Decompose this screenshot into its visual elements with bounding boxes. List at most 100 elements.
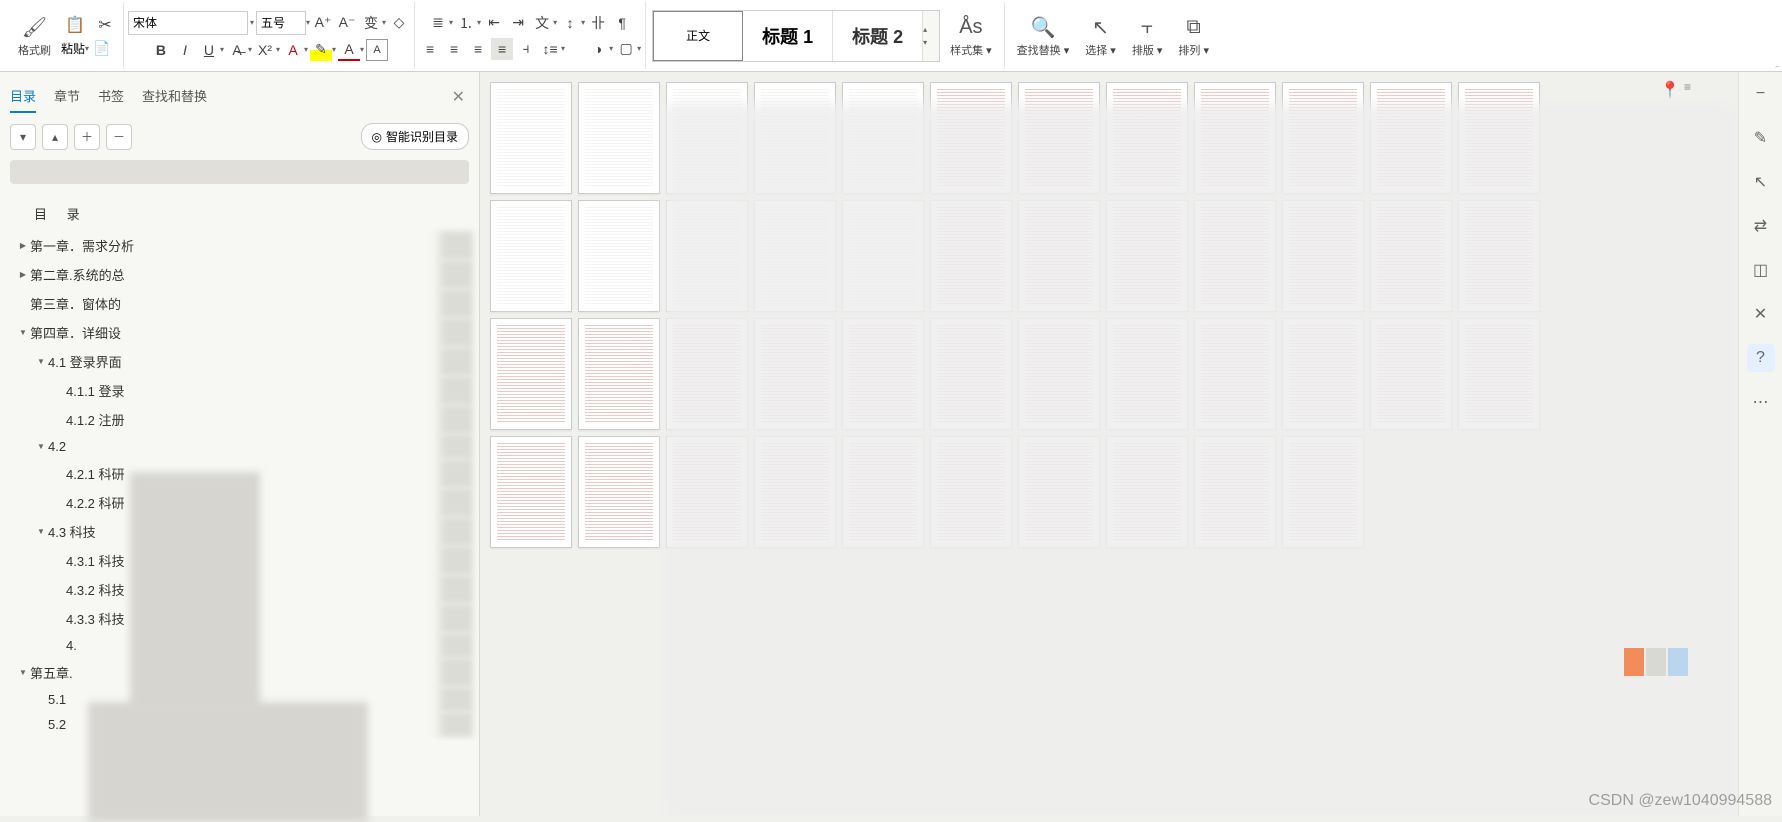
- caret-icon[interactable]: [16, 667, 30, 678]
- page-thumbnail[interactable]: [490, 82, 572, 194]
- collapse-icon[interactable]: ≡: [1684, 80, 1706, 102]
- toc-item[interactable]: 4.1.1 登录: [6, 376, 473, 405]
- page-thumbnail[interactable]: [490, 318, 572, 430]
- toc-item[interactable]: 第一章．需求分析: [6, 231, 473, 260]
- close-icon[interactable]: ✕: [448, 83, 469, 111]
- highlight-icon[interactable]: ✎: [310, 39, 332, 61]
- strike-icon[interactable]: A̶: [226, 39, 248, 61]
- toc-dropdown-button[interactable]: ▾: [10, 124, 36, 150]
- caret-icon[interactable]: [16, 240, 30, 251]
- change-case-icon[interactable]: 变: [360, 12, 382, 34]
- toc-item-label: 5.1: [48, 692, 66, 707]
- font-color-icon[interactable]: A: [282, 39, 304, 61]
- align-left-icon[interactable]: ≡: [419, 38, 441, 60]
- find-replace-button[interactable]: 🔍 查找替换 ▾: [1009, 12, 1078, 60]
- caret-icon[interactable]: [16, 269, 30, 280]
- toc-item-label: 第四章．详细设: [30, 323, 121, 342]
- format-painter-button[interactable]: 🖌 格式刷: [10, 12, 59, 60]
- text-color-a-icon[interactable]: A: [338, 39, 360, 61]
- toc-remove-button[interactable]: －: [106, 124, 132, 150]
- numbering-icon[interactable]: ⒈: [455, 12, 477, 34]
- minus-icon[interactable]: −: [1747, 80, 1775, 108]
- italic-icon[interactable]: I: [174, 39, 196, 61]
- chevron-down-icon[interactable]: ▾: [306, 18, 310, 27]
- toc-search-input[interactable]: [10, 160, 469, 184]
- arrange-button[interactable]: ⧉ 排列 ▾: [1170, 12, 1217, 60]
- toc-item[interactable]: 4.1 登录界面: [6, 347, 473, 376]
- indent-icon[interactable]: ⇥: [507, 12, 529, 34]
- style-next-icon[interactable]: ▾: [923, 38, 937, 47]
- more-icon[interactable]: ⋯: [1747, 388, 1775, 416]
- settings-icon[interactable]: ⇄: [1747, 212, 1775, 240]
- toc-item[interactable]: 4.1.2 注册: [6, 405, 473, 434]
- sort-icon[interactable]: ↕: [559, 12, 581, 34]
- toc-item-label: 5.2: [48, 717, 66, 732]
- bordered-a-icon[interactable]: A: [366, 39, 388, 61]
- shading-icon[interactable]: ◑: [587, 38, 609, 60]
- toc-item[interactable]: 第二章.系统的总: [6, 260, 473, 289]
- select-button[interactable]: ↖ 选择 ▾: [1077, 12, 1124, 60]
- outdent-icon[interactable]: ⇤: [483, 12, 505, 34]
- clipboard-section: 🖌 格式刷 📋 ✂ 粘贴▾ 📄 ⌐: [6, 2, 124, 69]
- underline-icon[interactable]: U: [198, 39, 220, 61]
- pointer-icon[interactable]: ↖: [1747, 168, 1775, 196]
- paste-dropdown-icon[interactable]: ▾: [85, 44, 89, 53]
- clear-format-icon[interactable]: ◇: [388, 12, 410, 34]
- copy-icon[interactable]: 📋: [61, 12, 89, 38]
- textdir-icon[interactable]: 文: [531, 12, 553, 34]
- layout-button[interactable]: ⫟ 排版 ▾: [1124, 12, 1171, 60]
- page-thumbnail[interactable]: [490, 436, 572, 548]
- distribute-icon[interactable]: ⫞: [515, 38, 537, 60]
- justify-icon[interactable]: ≡: [491, 38, 513, 60]
- toc-up-button[interactable]: ▴: [42, 124, 68, 150]
- clip-icon[interactable]: ◫: [1747, 256, 1775, 284]
- borders-icon[interactable]: ▢: [615, 38, 637, 60]
- superscript-icon[interactable]: X²: [254, 39, 276, 61]
- paintbrush-icon: 🖌: [22, 14, 47, 42]
- bullets-icon[interactable]: ≣: [427, 12, 449, 34]
- style-set-button[interactable]: Ås 样式集 ▾: [942, 12, 1000, 60]
- grow-font-icon[interactable]: A⁺: [312, 12, 334, 34]
- toc-item[interactable]: 第三章．窗体的: [6, 289, 473, 318]
- line-spacing-icon[interactable]: ↕≡: [539, 38, 561, 60]
- toc-item[interactable]: 4.2: [6, 434, 473, 459]
- toc-add-button[interactable]: ＋: [74, 124, 100, 150]
- paragraph-section: ≣▾ ⒈▾ ⇤ ⇥ 文▾ ↕▾ 卝 ¶ ≡ ≡ ≡ ≡ ⫞ ↕≡▾ ◑▾ ▢▾: [415, 2, 646, 69]
- style-heading2[interactable]: 标题 2: [833, 11, 923, 61]
- caret-icon[interactable]: [34, 526, 48, 537]
- toc-item-label: 4.1.2 注册: [66, 410, 125, 429]
- cut-icon[interactable]: ✂: [91, 12, 119, 38]
- smart-toc-button[interactable]: ◎智能识别目录: [361, 123, 470, 150]
- show-marks-icon[interactable]: ¶: [611, 12, 633, 34]
- caret-icon[interactable]: [34, 356, 48, 367]
- style-heading1[interactable]: 标题 1: [743, 11, 833, 61]
- font-name-combo[interactable]: [128, 11, 248, 35]
- caret-icon[interactable]: [34, 441, 48, 452]
- align-center-icon[interactable]: ≡: [443, 38, 465, 60]
- chevron-down-icon[interactable]: ▾: [250, 18, 254, 27]
- toc-item-label: 4.3.2 科技: [66, 580, 125, 599]
- page-thumbnail[interactable]: [578, 200, 660, 312]
- style-prev-icon[interactable]: ▴: [923, 25, 937, 34]
- tab-find-replace[interactable]: 查找和替换: [142, 80, 207, 113]
- tab-bookmarks[interactable]: 书签: [98, 80, 124, 113]
- style-normal[interactable]: 正文: [653, 11, 743, 61]
- coldir-icon[interactable]: 卝: [587, 12, 609, 34]
- page-thumbnail[interactable]: [578, 318, 660, 430]
- location-pin-icon[interactable]: 📍: [1660, 80, 1682, 102]
- page-thumbnail[interactable]: [578, 436, 660, 548]
- tab-chapters[interactable]: 章节: [54, 80, 80, 113]
- page-thumbnail[interactable]: [490, 200, 572, 312]
- pen-icon[interactable]: ✎: [1747, 124, 1775, 152]
- bold-icon[interactable]: B: [150, 39, 172, 61]
- caret-icon[interactable]: [16, 327, 30, 338]
- shrink-font-icon[interactable]: A⁻: [336, 12, 358, 34]
- align-right-icon[interactable]: ≡: [467, 38, 489, 60]
- tools-icon[interactable]: ✕: [1747, 300, 1775, 328]
- toc-item[interactable]: 第四章．详细设: [6, 318, 473, 347]
- paste-special-icon[interactable]: 📄: [91, 38, 113, 60]
- tab-toc[interactable]: 目录: [10, 80, 36, 113]
- font-size-combo[interactable]: [256, 11, 306, 35]
- page-thumbnail[interactable]: [578, 82, 660, 194]
- help-icon[interactable]: ?: [1747, 344, 1775, 372]
